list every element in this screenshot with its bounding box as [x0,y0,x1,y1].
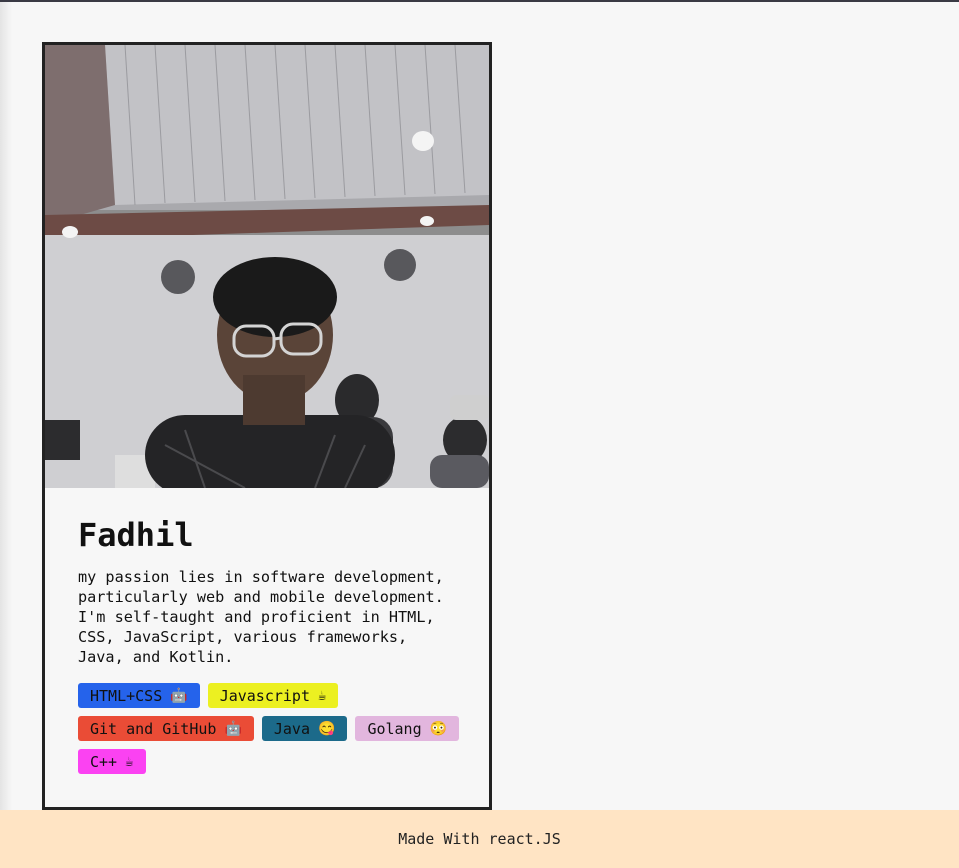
profile-info: Fadhil my passion lies in software devel… [78,515,468,774]
profile-photo [45,45,489,488]
skill-tag-label: Golang [367,719,422,738]
skill-tags: HTML+CSS 🤖 Javascript ☕ Git and GitHub 🤖… [78,683,468,774]
skill-tag-label: Git and GitHub [90,719,217,738]
coffee-icon: ☕ [125,753,134,770]
skill-tag-label: C++ [90,752,118,771]
robot-icon: 🤖 [224,720,242,737]
profile-bio: my passion lies in software development,… [78,568,444,666]
skill-tag-label: HTML+CSS [90,686,163,705]
coffee-icon: ☕ [318,687,327,704]
skill-tag-golang: Golang 😳 [355,716,460,741]
skill-tag-html-css: HTML+CSS 🤖 [78,683,200,708]
skill-tag-java: Java 😋 [261,716,348,741]
skill-tag-javascript: Javascript ☕ [207,683,339,708]
profile-name: Fadhil [78,516,194,554]
flushed-face-icon: 😳 [429,720,448,737]
skill-tag-label: Java [273,719,310,738]
footer: Made With react.JS [0,810,959,868]
top-border [0,0,959,2]
left-shadow [0,2,12,810]
robot-icon: 🤖 [170,687,188,704]
profile-photo-illustration [45,45,489,488]
skill-tag-label: Javascript [219,686,310,705]
yum-face-icon: 😋 [318,720,336,737]
footer-text: Made With react.JS [398,830,561,848]
profile-card: Fadhil my passion lies in software devel… [42,42,492,810]
skill-tag-cpp: C++ ☕ [78,749,146,774]
skill-tag-git-github: Git and GitHub 🤖 [78,716,254,741]
